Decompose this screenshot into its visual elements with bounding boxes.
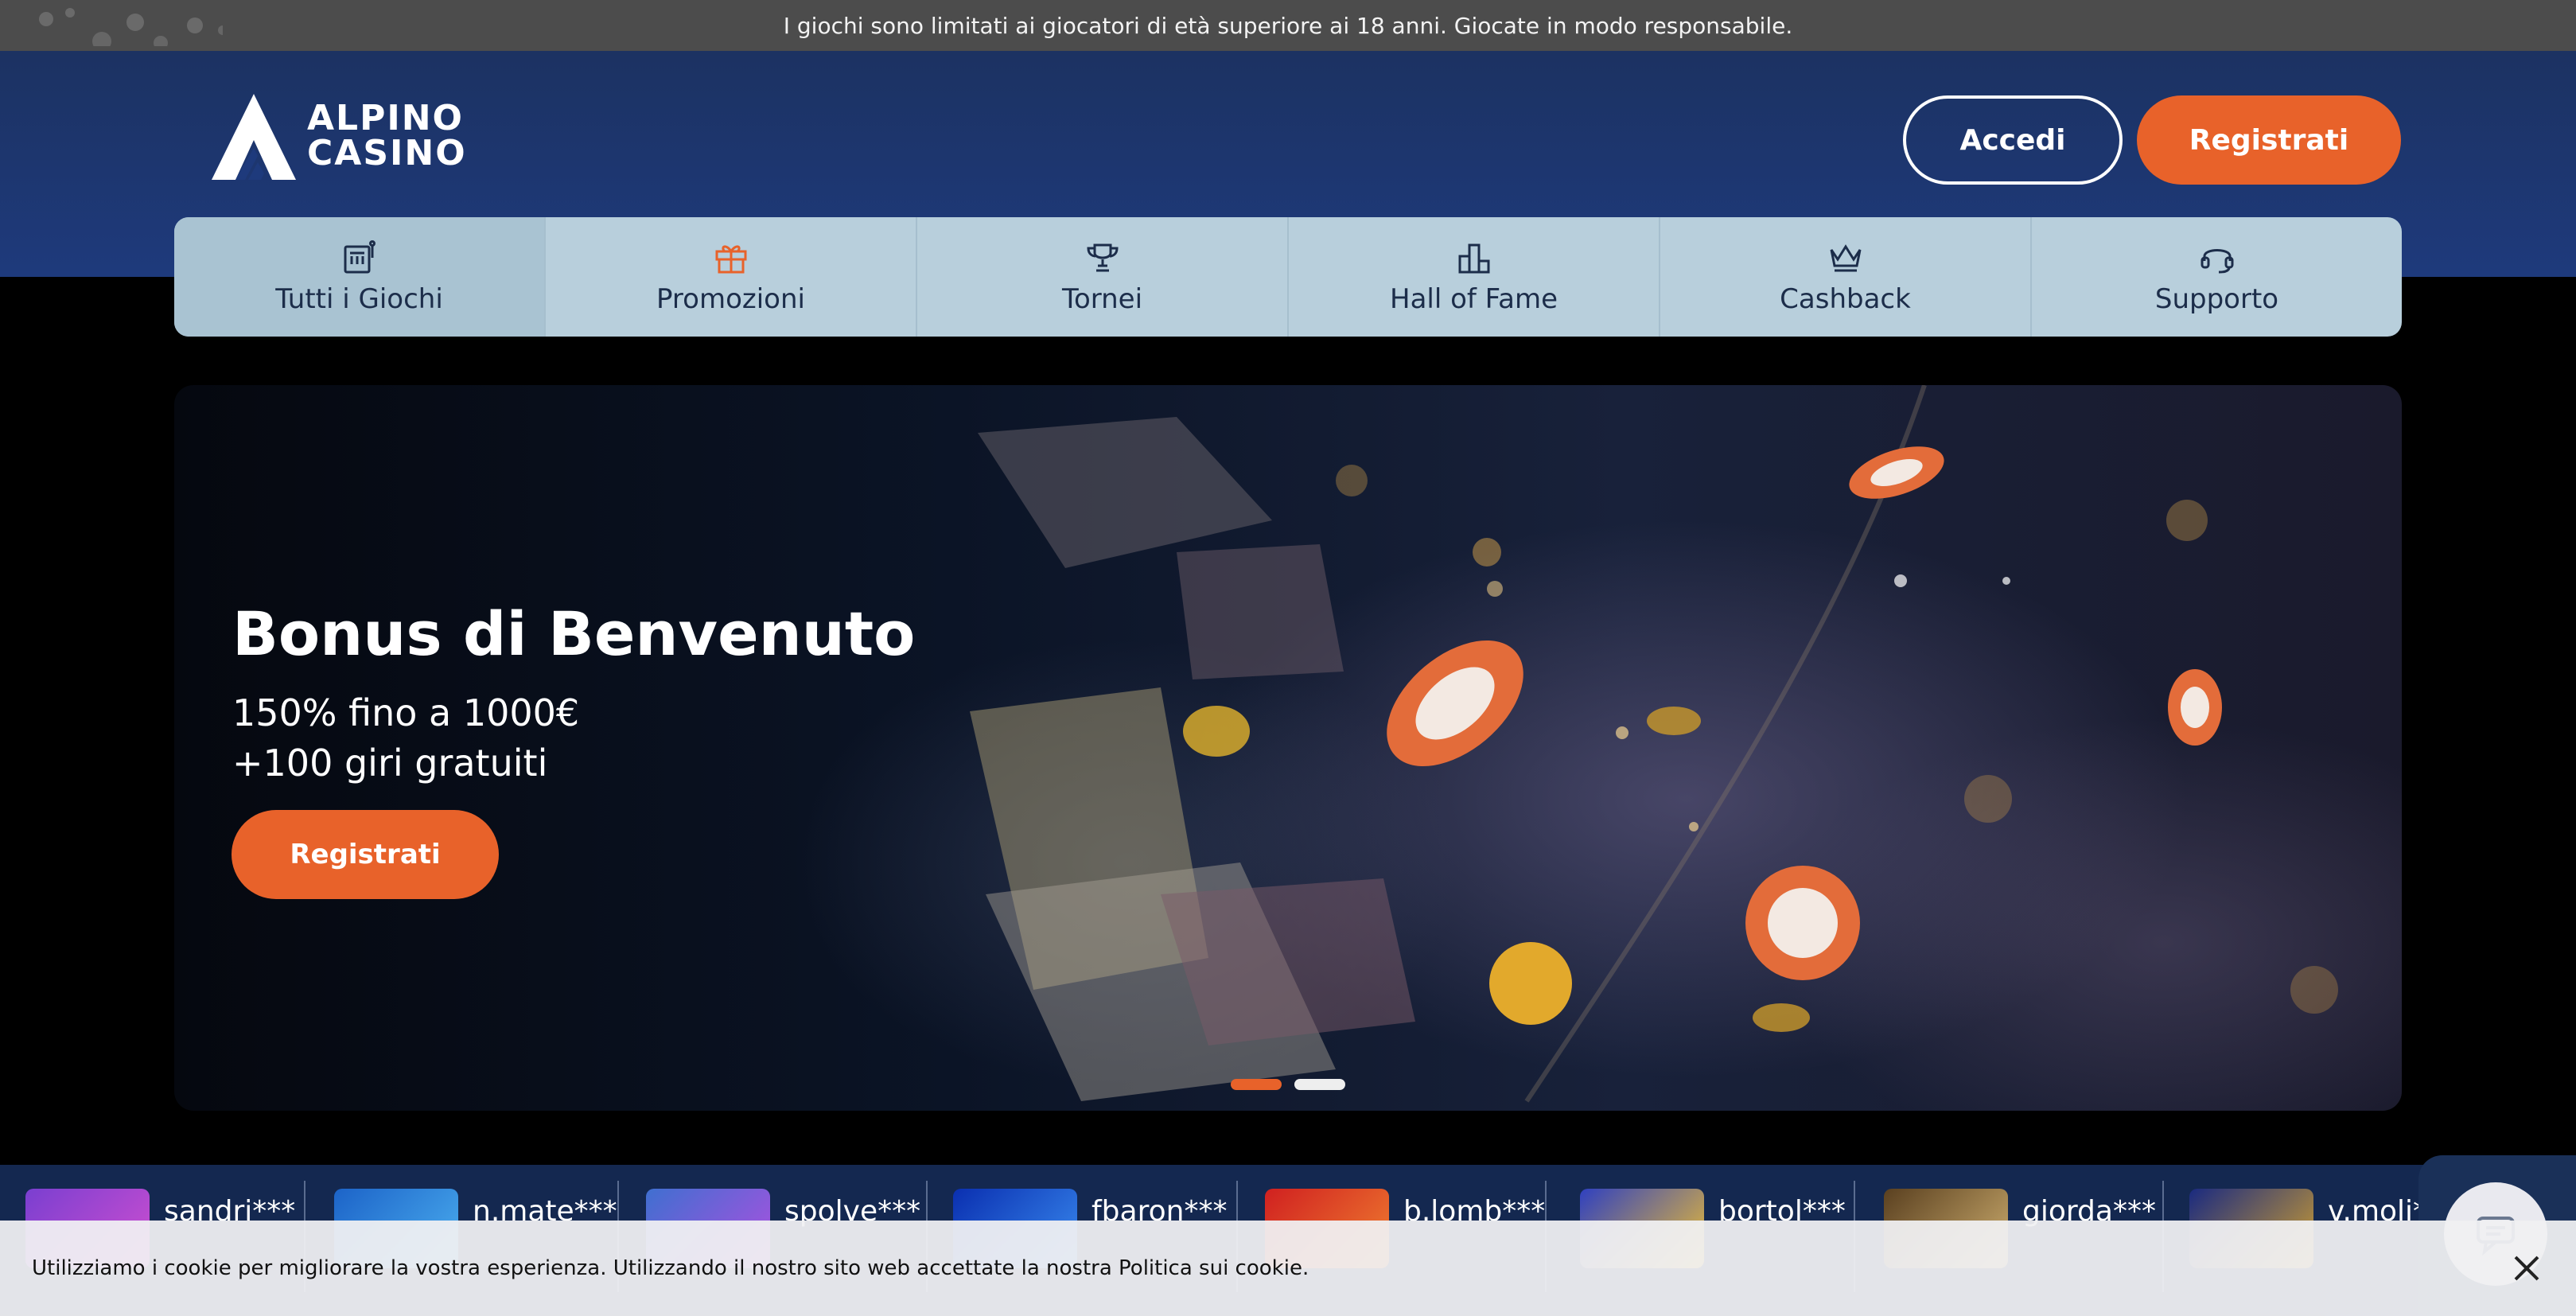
nav-item-support[interactable]: Supporto [2032,217,2402,337]
nav-label-support: Supporto [2154,283,2279,315]
nav-item-tournaments[interactable]: Tornei [917,217,1289,337]
nav-label-all-games: Tutti i Giochi [275,283,443,315]
crown-icon [1830,244,1861,272]
hero-banner: Bonus di Benvenuto 150% fino a 1000€ +10… [174,385,2402,1111]
hero-title: Bonus di Benvenuto [232,598,916,669]
hero-bonus-text: 150% fino a 1000€ [232,691,580,734]
close-icon[interactable] [2511,1252,2543,1284]
nav-item-cashback[interactable]: Cashback [1660,217,2032,337]
carousel-dot-2[interactable] [1294,1079,1345,1090]
nav-item-all-games[interactable]: Tutti i Giochi [174,217,546,337]
age-notice-bar: I giochi sono limitati ai giocatori di e… [0,0,2576,51]
mountain-logo-icon [212,94,296,180]
podium-icon [1458,243,1489,274]
logo-line-1: ALPINO [307,98,464,138]
nav-item-promotions[interactable]: Promozioni [546,217,917,337]
decorative-dots-icon [39,8,223,46]
register-button[interactable]: Registrati [2137,95,2401,185]
alpino-casino-logo[interactable]: ALPINO CASINO [208,91,467,181]
login-button[interactable]: Accedi [1903,95,2123,185]
gift-icon [715,245,746,274]
nav-label-cashback: Cashback [1780,283,1911,315]
slot-machine-icon [344,240,376,274]
nav-label-hall-of-fame: Hall of Fame [1390,283,1558,315]
nav-item-hall-of-fame[interactable]: Hall of Fame [1289,217,1660,337]
cookie-banner: Utilizziamo i cookie per migliorare la v… [0,1221,2576,1316]
headset-icon [2200,249,2233,274]
trophy-icon [1086,243,1119,272]
nav-label-promotions: Promozioni [656,283,805,315]
cookie-text: Utilizziamo i cookie per migliorare la v… [32,1256,1309,1280]
age-notice-text: I giochi sono limitati ai giocatori di e… [783,12,1793,39]
hero-spins-text: +100 giri gratuiti [232,742,548,785]
carousel-dot-1[interactable] [1231,1079,1282,1090]
hero-register-button[interactable]: Registrati [232,810,499,899]
logo-line-2: CASINO [307,133,467,173]
main-nav: Tutti i Giochi Promozioni Tornei Hall of… [174,217,2402,337]
carousel-dots [1231,1079,1345,1090]
nav-label-tournaments: Tornei [1061,283,1143,315]
